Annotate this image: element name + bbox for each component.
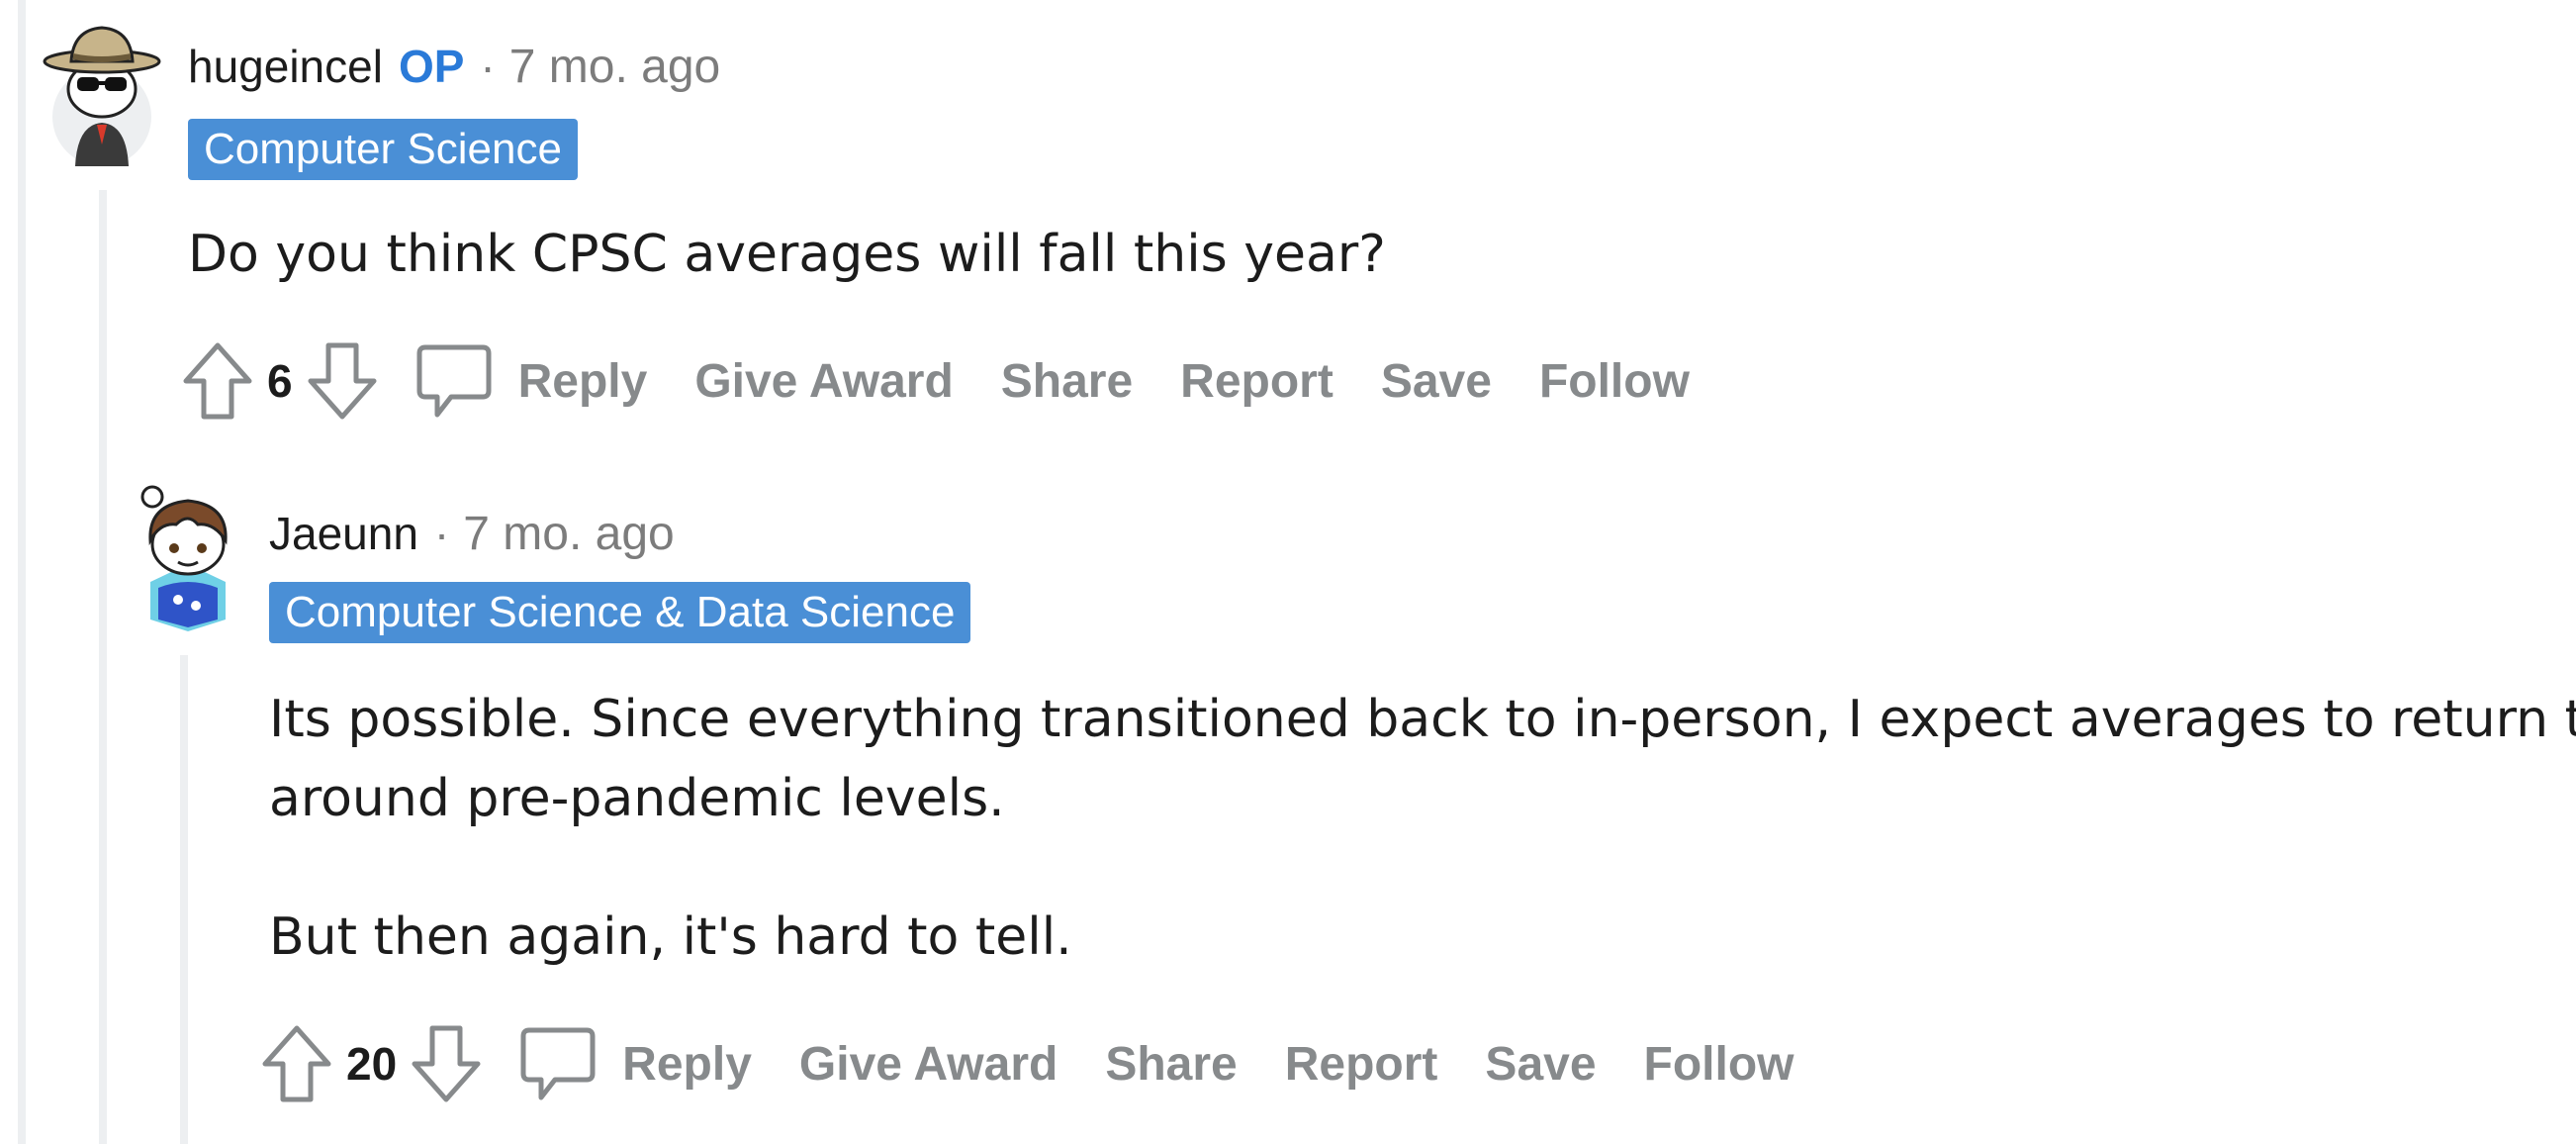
downvote-arrow-icon[interactable] xyxy=(411,1023,482,1104)
save-button[interactable]: Save xyxy=(1485,1037,1596,1092)
comment-body: Do you think CPSC averages will fall thi… xyxy=(188,225,1386,284)
upvote-arrow-icon[interactable] xyxy=(182,340,253,422)
give-award-button[interactable]: Give Award xyxy=(694,354,953,409)
report-button[interactable]: Report xyxy=(1285,1037,1438,1092)
vote-count: 20 xyxy=(346,1038,398,1090)
upvote-arrow-icon[interactable] xyxy=(261,1023,332,1104)
reply-button[interactable]: Reply xyxy=(622,1037,752,1092)
username[interactable]: hugeincel xyxy=(188,40,383,93)
op-badge: OP xyxy=(398,41,465,92)
thread-line-outer[interactable] xyxy=(18,0,26,1144)
comment-actions: 6 Reply Give Award Share Report Save Fol… xyxy=(182,336,1690,426)
give-award-button[interactable]: Give Award xyxy=(799,1037,1058,1092)
timestamp[interactable]: 7 mo. ago xyxy=(509,40,720,94)
timestamp[interactable]: 7 mo. ago xyxy=(463,507,674,561)
share-button[interactable]: Share xyxy=(1105,1037,1237,1092)
separator: · xyxy=(433,508,450,559)
follow-button[interactable]: Follow xyxy=(1539,354,1690,409)
comment-meta: hugeincel OP · 7 mo. ago xyxy=(188,40,720,94)
downvote-arrow-icon[interactable] xyxy=(307,340,378,422)
follow-button[interactable]: Follow xyxy=(1644,1037,1794,1092)
comment-body-line: Its possible. Since everything transitio… xyxy=(269,690,2576,749)
report-button[interactable]: Report xyxy=(1180,354,1334,409)
user-flair: Computer Science xyxy=(188,119,578,180)
thread-line-comment-2[interactable] xyxy=(180,655,188,1144)
separator: · xyxy=(480,41,496,92)
avatar[interactable] xyxy=(38,18,166,166)
comment-bubble-icon[interactable] xyxy=(519,1023,597,1104)
comment-body-line: But then again, it's hard to tell. xyxy=(269,907,1072,967)
user-flair: Computer Science & Data Science xyxy=(269,582,971,643)
share-button[interactable]: Share xyxy=(1001,354,1133,409)
reply-button[interactable]: Reply xyxy=(518,354,648,409)
avatar[interactable] xyxy=(129,483,247,631)
username[interactable]: Jaeunn xyxy=(269,507,418,560)
comment-actions: 20 Reply Give Award Share Report Save Fo… xyxy=(261,1019,1794,1108)
comment-body-line: around pre-pandemic levels. xyxy=(269,769,1005,828)
vote-count: 6 xyxy=(267,355,293,407)
save-button[interactable]: Save xyxy=(1381,354,1492,409)
comment-bubble-icon[interactable] xyxy=(415,340,493,422)
comment-meta: Jaeunn · 7 mo. ago xyxy=(269,507,675,561)
thread-line-comment-1[interactable] xyxy=(99,190,107,1144)
